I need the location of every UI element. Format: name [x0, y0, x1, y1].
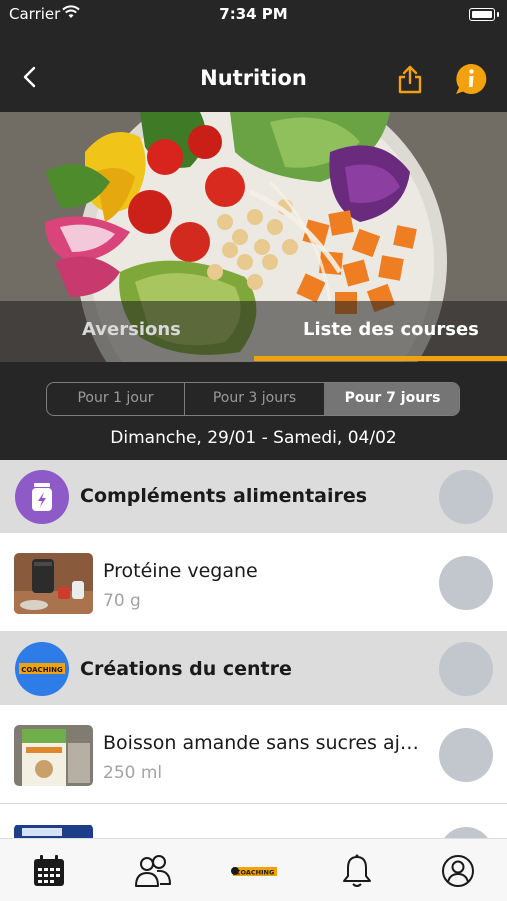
item-quantity: 70 g: [103, 591, 141, 611]
item-check-toggle[interactable]: [439, 728, 493, 782]
svg-text:COACHING: COACHING: [21, 666, 63, 674]
period-option-3-days[interactable]: Pour 3 jours: [185, 383, 325, 415]
status-bar: Carrier 7:34 PM: [0, 0, 507, 30]
list-item[interactable]: Protéine vegane 70 g: [0, 533, 507, 631]
info-bubble-icon[interactable]: [455, 63, 487, 95]
coaching-logo-tab[interactable]: COACHING: [229, 853, 279, 889]
section-creations: COACHING Créations du centre: [0, 631, 507, 705]
clock: 7:34 PM: [219, 5, 288, 23]
supplement-jar-icon: [15, 470, 69, 524]
page-title: Nutrition: [200, 66, 307, 90]
share-icon[interactable]: [396, 64, 424, 94]
product-thumbnail: [14, 824, 93, 838]
tab-selection-indicator: [254, 356, 507, 361]
battery-icon: [469, 8, 499, 21]
list-item[interactable]: Boisson amande sans sucres ajo… 250 ml: [0, 705, 507, 803]
profile-icon[interactable]: [440, 853, 476, 889]
period-segmented-control: Pour 1 jour Pour 3 jours Pour 7 jours: [46, 382, 460, 416]
section-check-toggle[interactable]: [439, 642, 493, 696]
period-bar: Pour 1 jour Pour 3 jours Pour 7 jours Di…: [0, 362, 507, 460]
period-option-1-day[interactable]: Pour 1 jour: [47, 383, 185, 415]
item-quantity: 250 ml: [103, 763, 163, 783]
svg-text:COACHING: COACHING: [236, 869, 275, 877]
item-name: Protéine vegane: [103, 560, 258, 582]
hero-banner: Aversions Liste des courses: [0, 112, 507, 362]
coaching-logo: COACHING: [15, 642, 69, 696]
section-complements: Compléments alimentaires: [0, 460, 507, 533]
item-check-toggle[interactable]: [439, 827, 493, 838]
tab-bar: COACHING: [0, 838, 507, 901]
group-icon[interactable]: [133, 853, 173, 889]
item-name: Boisson amande sans sucres ajo…: [103, 732, 427, 754]
tab-liste-des-courses[interactable]: Liste des courses: [303, 319, 479, 340]
product-thumbnail: [14, 553, 93, 614]
product-thumbnail: [14, 725, 93, 786]
date-range: Dimanche, 29/01 - Samedi, 04/02: [110, 428, 397, 448]
item-check-toggle[interactable]: [439, 556, 493, 610]
nav-bar: Nutrition: [0, 30, 507, 112]
period-option-7-days[interactable]: Pour 7 jours: [324, 383, 459, 415]
section-check-toggle[interactable]: [439, 470, 493, 524]
bell-icon[interactable]: [339, 853, 375, 889]
section-title: Créations du centre: [80, 658, 292, 680]
tab-aversions[interactable]: Aversions: [82, 319, 181, 340]
section-title: Compléments alimentaires: [80, 485, 368, 507]
list-item-partial[interactable]: [0, 804, 507, 838]
calendar-icon[interactable]: [31, 853, 67, 889]
